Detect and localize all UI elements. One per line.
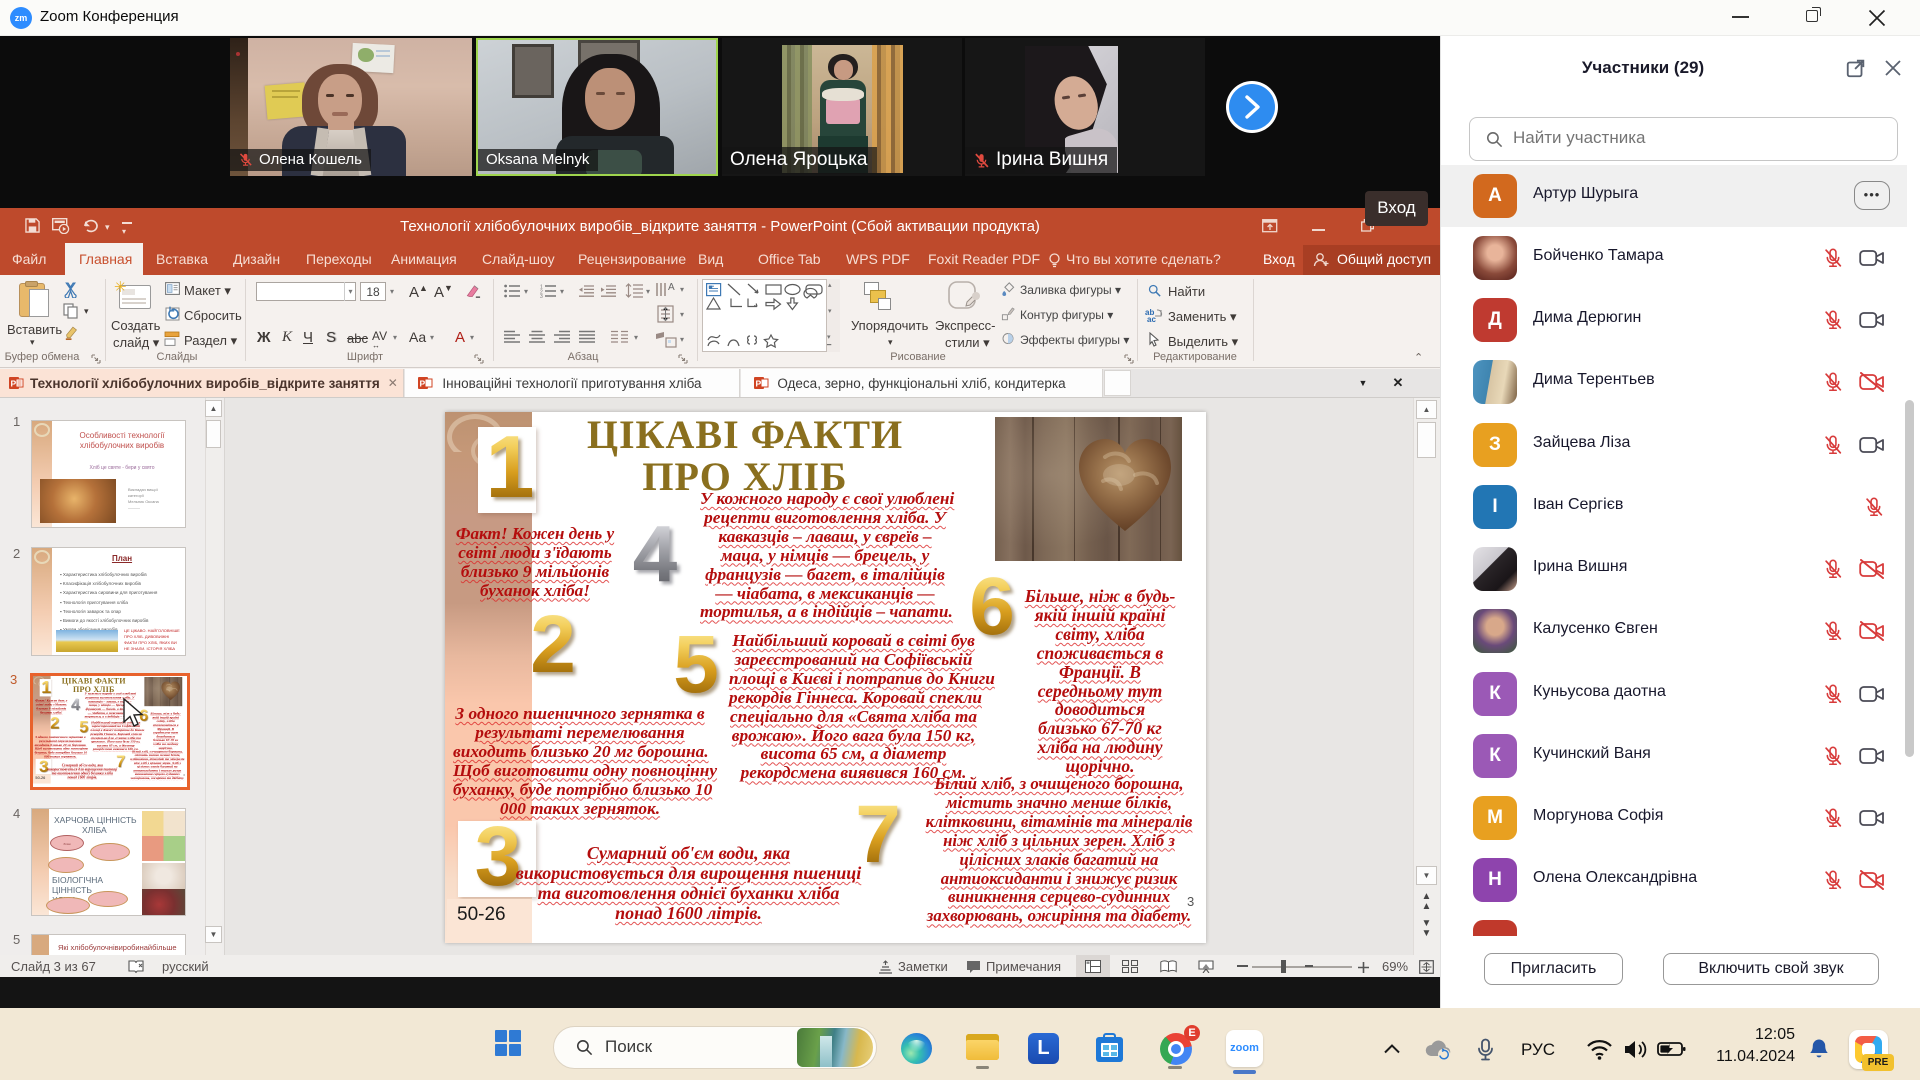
svg-text:А: А bbox=[668, 282, 675, 293]
svg-text:P: P bbox=[420, 379, 426, 389]
svg-text:3: 3 bbox=[540, 294, 543, 298]
svg-text:P: P bbox=[11, 379, 17, 389]
svg-text:P: P bbox=[756, 379, 762, 389]
